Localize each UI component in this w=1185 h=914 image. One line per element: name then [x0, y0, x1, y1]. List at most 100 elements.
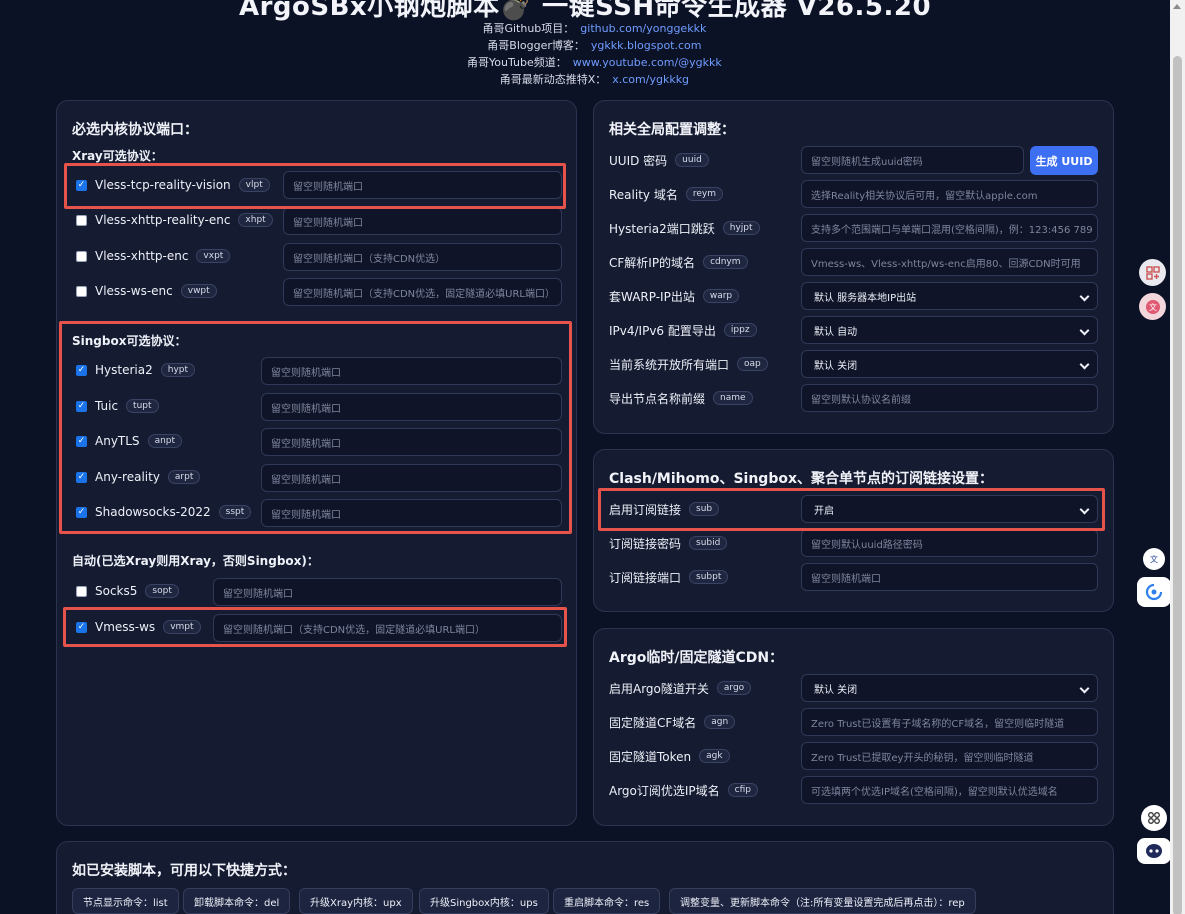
port-input-xhpt[interactable]: 留空则随机端口	[283, 207, 562, 235]
protocol-checkbox[interactable]	[76, 214, 87, 226]
uuid-input[interactable]: 留空则随机生成uuid密码	[801, 146, 1024, 174]
param-tag: oap	[737, 357, 768, 371]
argo-title: Argo临时/固定隧道CDN：	[609, 650, 784, 666]
protocol-row-socks5[interactable]: Socks5 sopt	[76, 578, 179, 604]
port-input-vxpt[interactable]: 留空则随机端口（支持CDN优选）	[283, 243, 562, 271]
svg-text:文: 文	[1149, 302, 1157, 312]
argo-enable-select[interactable]: 默认 关闭	[801, 674, 1098, 702]
ai-assistant-icon[interactable]	[1137, 577, 1171, 607]
global-config-card: 相关全局配置调整： UUID 密码 uuid 留空则随机生成uuid密码 生成 …	[593, 100, 1114, 434]
param-tag: subid	[689, 536, 728, 550]
protocol-checkbox[interactable]	[76, 250, 87, 262]
shortcut-list: 节点显示命令：list	[72, 888, 179, 914]
chevron-down-icon	[1079, 325, 1090, 336]
param-tag: cdnym	[703, 255, 748, 269]
author-links: 甬哥Github项目： github.com/yonggekkk 甬哥Blogge…	[467, 20, 722, 88]
protocol-row-vless-xhttp-reality-enc[interactable]: Vless-xhttp-reality-enc xhpt	[76, 207, 273, 233]
param-tag: ippz	[723, 323, 757, 337]
protocol-checkbox[interactable]	[76, 285, 87, 297]
shortcuts-title: 如已安装脚本，可用以下快捷方式：	[72, 863, 296, 879]
param-tag: agk	[699, 749, 730, 763]
vertical-scrollbar[interactable]	[1170, 0, 1185, 914]
youtube-link[interactable]: www.youtube.com/@ygkkk	[573, 56, 722, 69]
scroll-up-arrow-icon[interactable]	[1173, 4, 1181, 9]
shortcut-ups: 升级Singbox内核：ups	[419, 888, 549, 914]
x-link[interactable]: x.com/ygkkkg	[612, 73, 689, 86]
argo-token-input[interactable]: Zero Trust已提取ey开头的秘钥，留空则临时隧道	[801, 742, 1098, 770]
highlight-box-vmess	[63, 607, 567, 647]
ip-export-select[interactable]: 默认 自动	[801, 316, 1098, 344]
translate-small-icon[interactable]: 文	[1143, 548, 1165, 570]
argo-domain-input[interactable]: Zero Trust已设置有子域名称的CF域名，留空则临时隧道	[801, 708, 1098, 736]
protocol-row-vless-ws-enc[interactable]: Vless-ws-enc vwpt	[76, 278, 217, 304]
reality-domain-input[interactable]: 选择Reality相关协议后可用，留空默认apple.com	[801, 180, 1098, 208]
param-tag: argo	[716, 681, 752, 695]
config-row-open-ports: 当前系统开放所有端口 oap	[609, 350, 768, 378]
config-row-ip-export: IPv4/IPv6 配置导出 ippz	[609, 316, 757, 344]
scrollbar-thumb[interactable]	[1173, 56, 1182, 914]
translate-widget-icon[interactable]: 文	[1139, 293, 1166, 320]
param-tag: xhpt	[238, 213, 273, 227]
port-input-sopt[interactable]: 留空则随机端口	[213, 578, 562, 606]
global-config-title: 相关全局配置调整：	[609, 122, 735, 138]
link-row-blogger: 甬哥Blogger博客： ygkkk.blogspot.com	[487, 39, 702, 52]
param-tag: vxpt	[196, 249, 231, 263]
shortcut-res: 重启脚本命令：res	[553, 888, 661, 914]
param-tag: cfip	[727, 783, 759, 797]
cdn-domain-input[interactable]: Vmess-ws、Vless-xhttp/ws-enc启用80、回源CDN时可用	[801, 248, 1098, 276]
argo-cfip-input[interactable]: 可选填两个优选IP域名(空格间隔)，留空则默认优选域名	[801, 776, 1098, 804]
shortcut-upx: 升级Xray内核：upx	[299, 888, 413, 914]
config-row-argo-token: 固定隧道Token agk	[609, 742, 730, 770]
param-tag: sopt	[145, 584, 179, 598]
config-row-argo-enable: 启用Argo隧道开关 argo	[609, 674, 752, 702]
highlight-box-vlpt	[64, 163, 566, 209]
param-tag: reym	[685, 187, 723, 201]
grid-menu-icon[interactable]	[1141, 805, 1167, 831]
param-tag: agn	[704, 715, 736, 729]
config-row-argo-cfip: Argo订阅优选IP域名 cfip	[609, 776, 759, 804]
svg-text:文: 文	[1150, 554, 1158, 564]
chat-bot-icon[interactable]	[1137, 838, 1171, 864]
generate-uuid-button[interactable]: 生成 UUID	[1030, 146, 1098, 175]
param-tag: name	[713, 391, 753, 405]
hysteria2-hop-input[interactable]: 支持多个范围端口与单端口混用(空格间隔)，例：123:456 789	[801, 214, 1098, 242]
config-row-hysteria2-hop: Hysteria2端口跳跃 hyjpt	[609, 214, 760, 242]
protocol-row-vless-xhttp-enc[interactable]: Vless-xhttp-enc vxpt	[76, 243, 231, 269]
github-link[interactable]: github.com/yonggekkk	[580, 22, 706, 35]
auto-section-title: 自动(已选Xray则用Xray，否则Singbox)：	[72, 554, 319, 568]
open-ports-select[interactable]: 默认 关闭	[801, 350, 1098, 378]
warp-select[interactable]: 默认 服务器本地IP出站	[801, 282, 1098, 310]
config-row-sub-password: 订阅链接密码 subid	[609, 529, 728, 557]
param-tag: hyjpt	[722, 221, 760, 235]
link-row-youtube: 甬哥YouTube频道： www.youtube.com/@ygkkk	[467, 56, 722, 69]
blogger-link[interactable]: ygkkk.blogspot.com	[591, 39, 702, 52]
config-row-uuid: UUID 密码 uuid	[609, 146, 709, 174]
chevron-down-icon	[1079, 291, 1090, 302]
config-row-name-prefix: 导出节点名称前缀 name	[609, 384, 753, 412]
page-header: ArgoSBx小钢炮脚本💣 一键SSH命令生成器 V26.5.20 甬哥Gith…	[0, 0, 1170, 96]
param-tag: warp	[702, 289, 740, 303]
sub-port-input[interactable]: 留空则随机端口	[801, 563, 1098, 591]
apps-widget-icon[interactable]	[1139, 259, 1166, 286]
subscription-title: Clash/Mihomo、Singbox、聚合单节点的订阅链接设置：	[609, 471, 993, 487]
argo-card: Argo临时/固定隧道CDN： 启用Argo隧道开关 argo 默认 关闭 固定…	[593, 628, 1114, 826]
config-row-sub-port: 订阅链接端口 subpt	[609, 563, 729, 591]
port-input-vwpt[interactable]: 留空则随机端口（支持CDN优选，固定隧道必填URL端口）	[283, 278, 562, 306]
chevron-down-icon	[1079, 683, 1090, 694]
sub-password-input[interactable]: 留空则默认uuid路径密码	[801, 529, 1098, 557]
core-protocol-title: 必选内核协议端口：	[72, 122, 198, 138]
chevron-down-icon	[1079, 359, 1090, 370]
link-row-x: 甬哥最新动态推特X： x.com/ygkkkg	[499, 73, 690, 86]
config-row-warp: 套WARP-IP出站 warp	[609, 282, 740, 310]
shortcut-del: 卸载脚本命令：del	[183, 888, 291, 914]
param-tag: uuid	[675, 153, 709, 167]
param-tag: vwpt	[180, 284, 217, 298]
protocol-checkbox[interactable]	[76, 585, 87, 597]
highlight-box-singbox	[59, 321, 572, 534]
name-prefix-input[interactable]: 留空则默认协议名前缀	[801, 384, 1098, 412]
config-row-cdn-domain: CF解析IP的域名 cdnym	[609, 248, 748, 276]
link-row-github: 甬哥Github项目： github.com/yonggekkk	[482, 22, 707, 35]
config-row-argo-domain: 固定隧道CF域名 agn	[609, 708, 736, 736]
shortcut-rep: 调整变量、更新脚本命令（注:所有变量设置完成后再点击）：rep	[669, 888, 976, 914]
xray-section-title: Xray可选协议：	[72, 149, 163, 163]
